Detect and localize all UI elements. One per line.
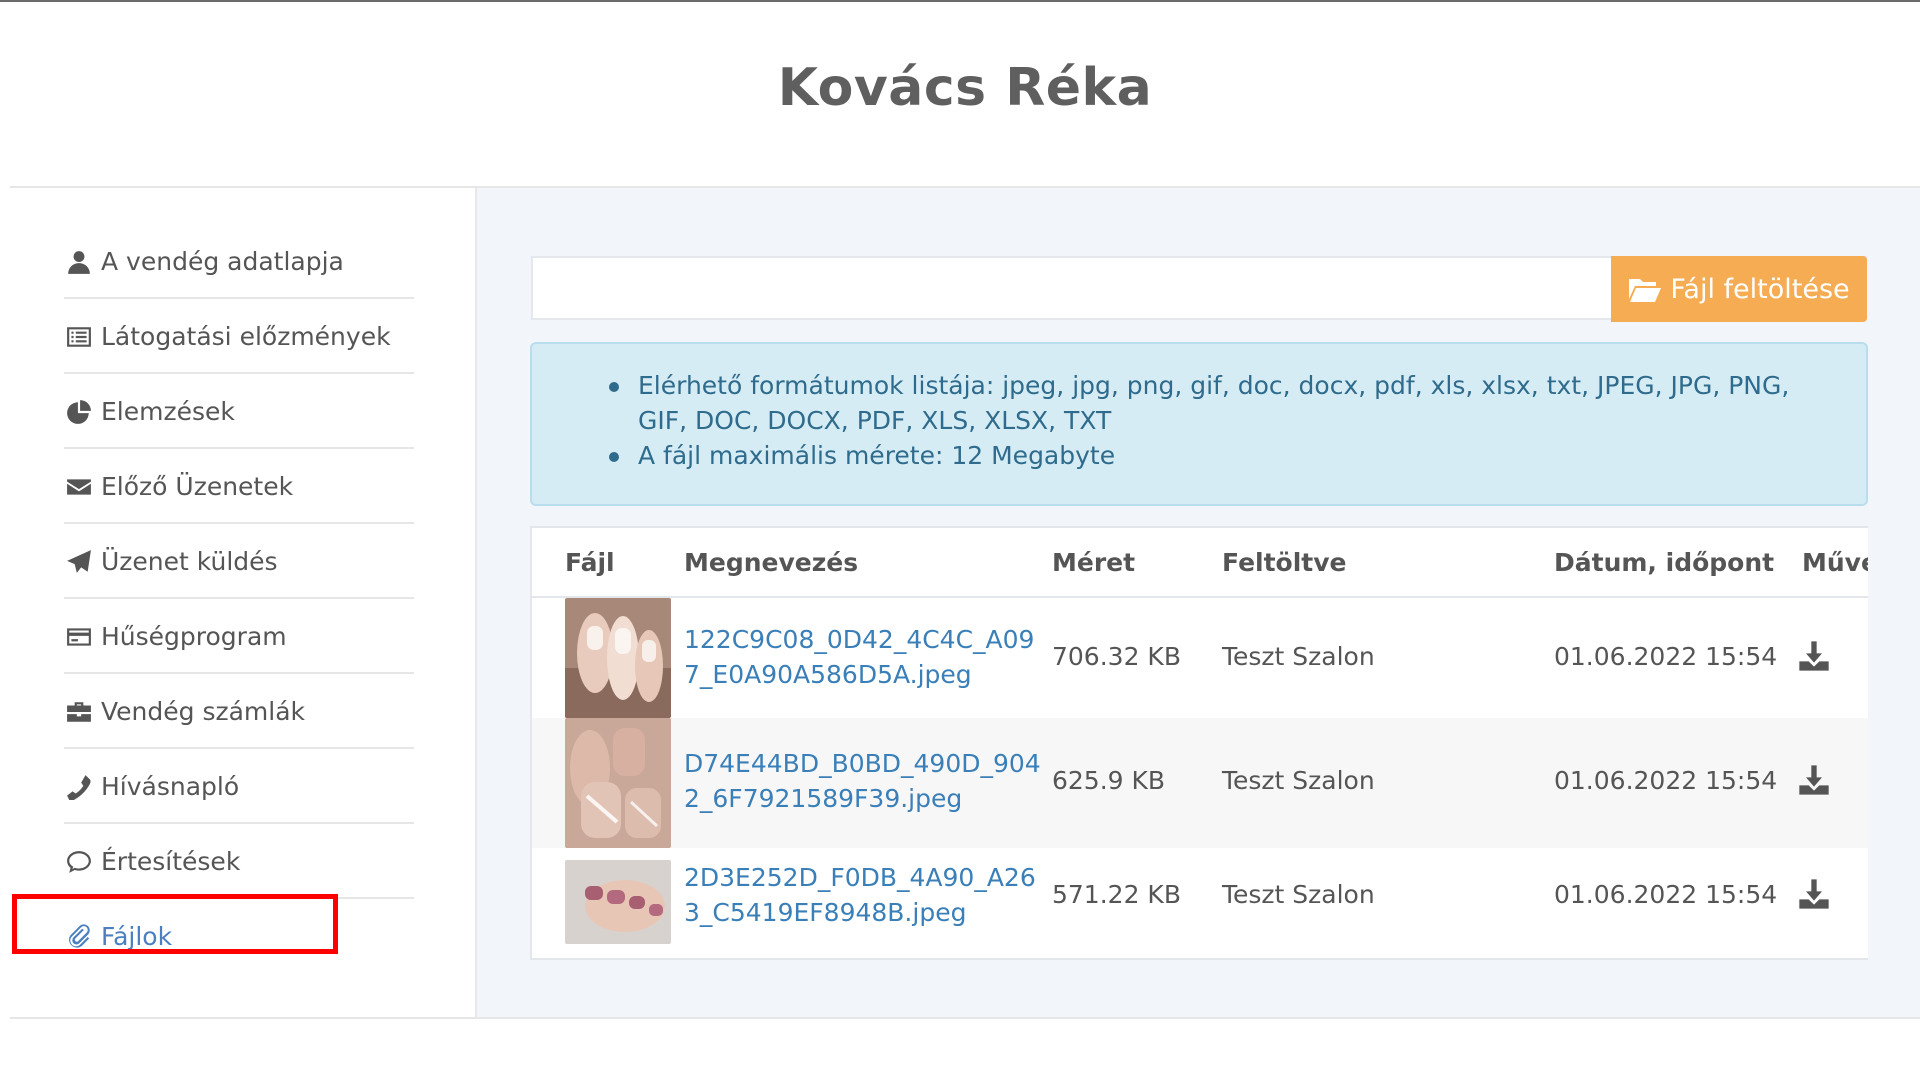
file-thumbnail[interactable] bbox=[565, 718, 671, 848]
credit-card-icon bbox=[64, 623, 94, 651]
file-name-link[interactable]: D74E44BD_B0BD_490D_9042_6F7921589F39.jpe… bbox=[684, 746, 1044, 816]
table-header: Fájl Megnevezés Méret Feltöltve Dátum, i… bbox=[532, 528, 1868, 598]
column-header-file: Fájl bbox=[565, 548, 615, 577]
sidebar-item-label: Értesítések bbox=[101, 847, 241, 876]
envelope-icon bbox=[64, 473, 94, 501]
sidebar-item-loyalty-program[interactable]: Hűségprogram bbox=[64, 601, 414, 674]
upload-file-button[interactable]: Fájl feltöltése bbox=[1611, 256, 1867, 322]
file-size: 571.22 KB bbox=[1052, 880, 1181, 909]
sidebar-item-label: Elemzések bbox=[101, 397, 235, 426]
column-header-name: Megnevezés bbox=[684, 548, 859, 577]
comment-icon bbox=[64, 848, 94, 876]
file-size: 706.32 KB bbox=[1052, 642, 1181, 671]
sidebar-nav: A vendég adatlapja Látogatási előzmények… bbox=[64, 226, 414, 974]
sidebar-item-call-log[interactable]: Hívásnapló bbox=[64, 751, 414, 824]
max-size-text: A fájl maximális mérete: 12 Megabyte bbox=[609, 438, 1826, 473]
sidebar-item-previous-messages[interactable]: Előző Üzenetek bbox=[64, 451, 414, 524]
file-size: 625.9 KB bbox=[1052, 766, 1166, 795]
sidebar-item-analytics[interactable]: Elemzések bbox=[64, 376, 414, 449]
upload-datetime: 01.06.2022 15:54 bbox=[1554, 766, 1778, 795]
phone-icon bbox=[64, 773, 94, 801]
sidebar-item-label: Üzenet küldés bbox=[101, 547, 278, 576]
file-thumbnail[interactable] bbox=[565, 860, 671, 944]
sidebar-item-send-message[interactable]: Üzenet küldés bbox=[64, 526, 414, 599]
uploaded-by: Teszt Szalon bbox=[1222, 642, 1375, 671]
column-header-size: Méret bbox=[1052, 548, 1136, 577]
download-icon[interactable] bbox=[1798, 640, 1830, 672]
pie-chart-icon bbox=[64, 398, 94, 426]
download-icon[interactable] bbox=[1798, 878, 1830, 910]
sidebar-item-label: Előző Üzenetek bbox=[101, 472, 294, 501]
sidebar-item-guest-invoices[interactable]: Vendég számlák bbox=[64, 676, 414, 749]
folder-open-icon bbox=[1629, 279, 1662, 302]
file-name-link[interactable]: 122C9C08_0D42_4C4C_A097_E0A90A586D5A.jpe… bbox=[684, 622, 1044, 692]
table-row: 2D3E252D_F0DB_4A90_A263_C5419EF8948B.jpe… bbox=[532, 848, 1868, 958]
upload-datetime: 01.06.2022 15:54 bbox=[1554, 642, 1778, 671]
footer-divider bbox=[10, 1017, 1920, 1019]
column-header-actions: Műve bbox=[1802, 548, 1868, 577]
sidebar-item-notifications[interactable]: Értesítések bbox=[64, 826, 414, 899]
upload-file-button-label: Fájl feltöltése bbox=[1670, 273, 1850, 305]
sidebar-item-label: A vendég adatlapja bbox=[101, 247, 344, 276]
top-rule bbox=[0, 0, 1920, 2]
paper-plane-icon bbox=[64, 548, 94, 576]
file-thumbnail[interactable] bbox=[565, 598, 671, 718]
sidebar-item-label: Hívásnapló bbox=[101, 772, 240, 801]
sidebar-item-label: Vendég számlák bbox=[101, 697, 306, 726]
upload-datetime: 01.06.2022 15:54 bbox=[1554, 880, 1778, 909]
uploaded-by: Teszt Szalon bbox=[1222, 766, 1375, 795]
briefcase-icon bbox=[64, 698, 94, 726]
column-header-uploaded-by: Feltöltve bbox=[1222, 548, 1347, 577]
sidebar-item-label: Hűségprogram bbox=[101, 622, 287, 651]
sidebar-item-label: Látogatási előzmények bbox=[101, 322, 391, 351]
info-alert: Elérhető formátumok listája: jpeg, jpg, … bbox=[530, 342, 1868, 506]
download-icon[interactable] bbox=[1798, 764, 1830, 796]
list-icon bbox=[64, 323, 94, 351]
sidebar-item-visit-history[interactable]: Látogatási előzmények bbox=[64, 301, 414, 374]
uploaded-by: Teszt Szalon bbox=[1222, 880, 1375, 909]
file-name-link[interactable]: 2D3E252D_F0DB_4A90_A263_C5419EF8948B.jpe… bbox=[684, 860, 1044, 930]
column-header-datetime: Dátum, időpont bbox=[1554, 548, 1775, 577]
sidebar-item-guest-profile[interactable]: A vendég adatlapja bbox=[64, 226, 414, 299]
table-row: 122C9C08_0D42_4C4C_A097_E0A90A586D5A.jpe… bbox=[532, 598, 1868, 718]
user-icon bbox=[64, 248, 94, 276]
allowed-formats-text: Elérhető formátumok listája: jpeg, jpg, … bbox=[609, 368, 1826, 438]
highlight-annotation bbox=[12, 894, 338, 954]
table-row: D74E44BD_B0BD_490D_9042_6F7921589F39.jpe… bbox=[532, 718, 1868, 848]
files-table: Fájl Megnevezés Méret Feltöltve Dátum, i… bbox=[530, 526, 1868, 960]
page-title: Kovács Réka bbox=[777, 58, 1153, 118]
